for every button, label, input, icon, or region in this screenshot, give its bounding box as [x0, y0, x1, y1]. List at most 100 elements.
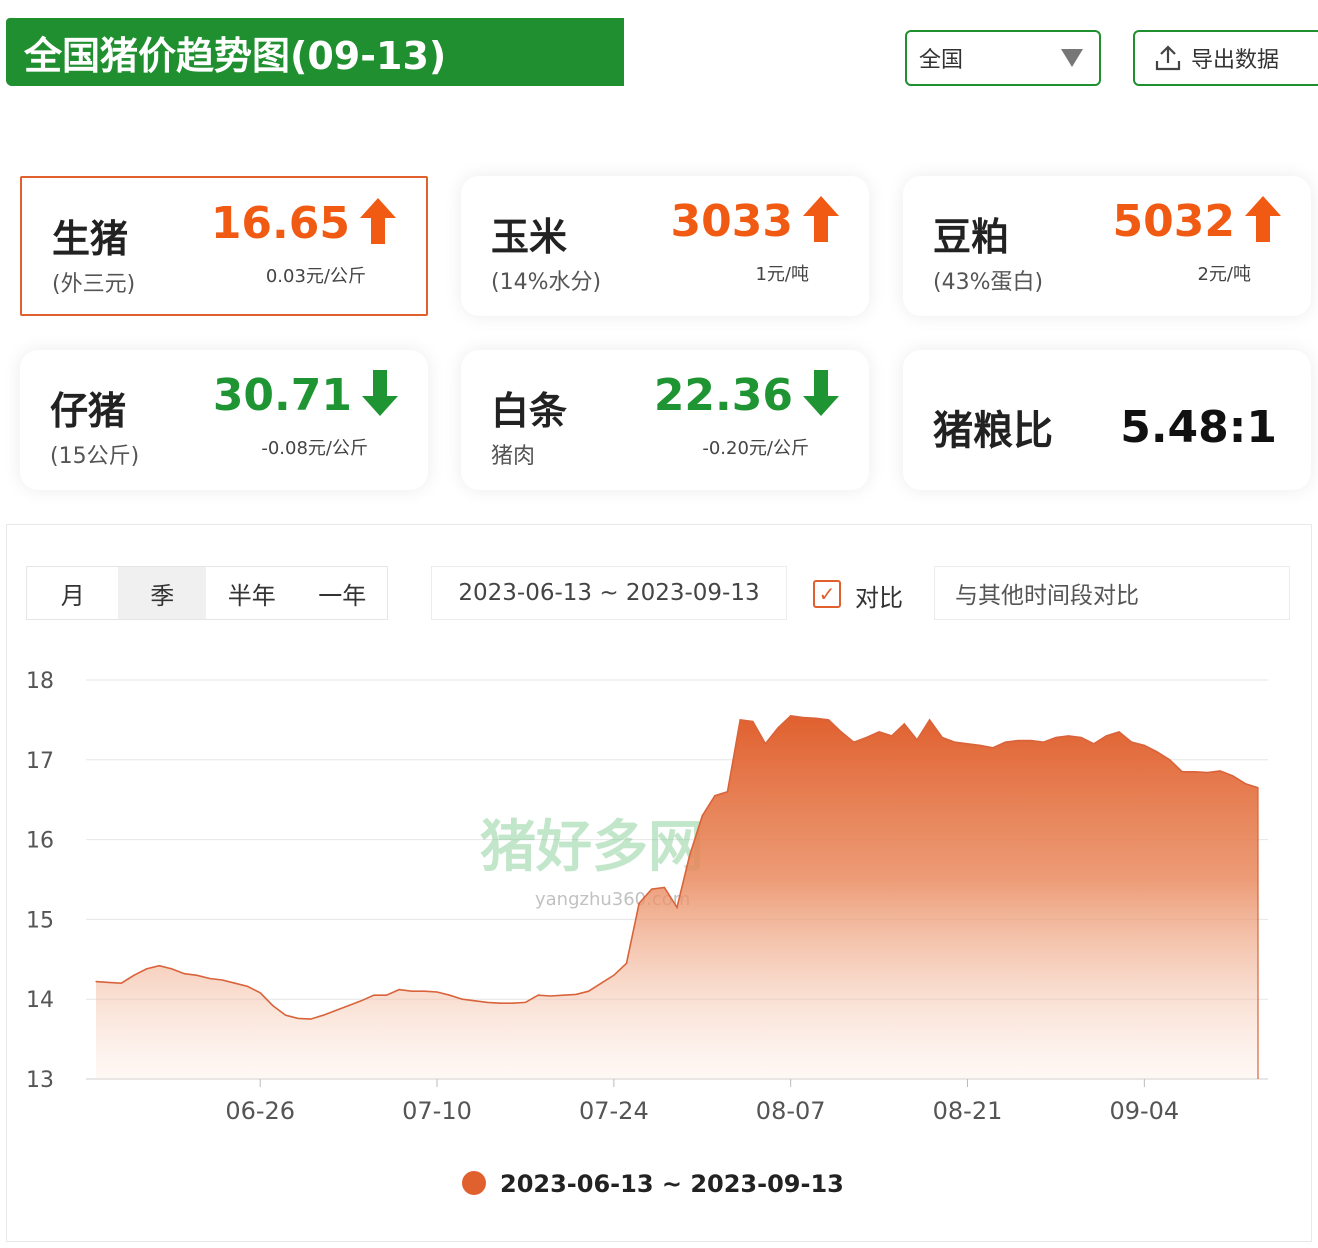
data-point	[764, 743, 767, 745]
data-point	[95, 981, 97, 983]
legend-marker	[462, 1171, 486, 1195]
data-point	[878, 731, 880, 733]
y-axis: 13 14 15 16 17 18	[26, 669, 54, 1093]
watermark-text: 猪好多网	[480, 815, 704, 880]
data-point	[348, 1005, 350, 1007]
data-point	[171, 968, 173, 970]
data-point	[625, 962, 628, 964]
data-point	[663, 886, 666, 889]
data-point	[499, 1002, 501, 1004]
data-point	[1156, 751, 1158, 753]
data-point	[929, 719, 931, 721]
data-point	[436, 991, 438, 993]
y-tick-label: 16	[26, 829, 54, 854]
data-point	[903, 723, 905, 725]
data-point	[322, 1014, 324, 1016]
data-point	[1118, 731, 1120, 733]
data-point	[739, 719, 741, 721]
legend[interactable]: 2023-06-13 ~ 2023-09-13	[462, 1170, 844, 1198]
data-point	[1194, 771, 1196, 773]
x-tick-label: 06-26	[225, 1097, 295, 1125]
data-point	[689, 855, 691, 857]
data-point	[1093, 743, 1095, 745]
data-point	[752, 720, 754, 723]
data-point	[158, 965, 160, 967]
data-point	[1105, 735, 1107, 737]
data-point	[676, 906, 678, 909]
data-point	[1257, 787, 1259, 789]
data-point	[411, 990, 413, 992]
data-point	[1030, 740, 1032, 742]
data-point	[562, 994, 564, 996]
data-point	[183, 973, 185, 975]
data-point	[726, 791, 729, 793]
x-axis: 06-26 07-10 07-24 08-07 08-21 09-04	[225, 1079, 1179, 1125]
data-point	[272, 1005, 274, 1007]
data-point	[259, 992, 261, 994]
data-point	[966, 743, 969, 745]
data-point	[865, 736, 868, 739]
price-trend-chart: 131415161718 猪好多网 yangzhu360.com 06-26 07…	[26, 669, 1268, 1198]
data-point	[777, 727, 779, 729]
data-point	[1017, 740, 1019, 742]
data-point	[221, 979, 223, 981]
legend-label: 2023-06-13 ~ 2023-09-13	[500, 1170, 844, 1198]
data-point	[133, 974, 135, 976]
data-point	[714, 795, 716, 797]
data-point	[992, 747, 994, 749]
data-point	[120, 982, 122, 984]
y-tick-label: 15	[26, 908, 54, 933]
data-point	[588, 990, 590, 992]
data-point	[1004, 741, 1007, 743]
data-point	[790, 715, 792, 717]
y-tick-label: 17	[26, 749, 54, 774]
y-tick-label: 13	[26, 1068, 54, 1093]
data-point	[145, 968, 148, 970]
data-point	[398, 989, 400, 991]
data-point	[209, 977, 211, 980]
data-point	[1143, 744, 1145, 747]
data-point	[802, 716, 804, 719]
data-point	[474, 1000, 476, 1002]
data-point	[512, 1002, 514, 1004]
data-point	[284, 1014, 287, 1016]
data-point	[550, 995, 552, 997]
data-point	[1219, 770, 1221, 772]
data-point	[385, 994, 388, 996]
data-point	[840, 731, 842, 733]
data-point	[1131, 741, 1133, 743]
data-point	[461, 998, 463, 1000]
data-point	[600, 982, 602, 984]
data-point	[1067, 735, 1070, 737]
data-point	[360, 1000, 362, 1002]
x-tick-label: 08-07	[756, 1097, 826, 1125]
data-point	[891, 735, 893, 737]
data-point	[486, 1001, 489, 1004]
data-point	[815, 717, 817, 719]
data-point	[941, 736, 943, 739]
data-point	[1206, 772, 1209, 774]
x-tick-label: 09-04	[1109, 1097, 1179, 1125]
data-point	[423, 990, 425, 992]
data-point	[234, 982, 236, 984]
x-tick-label: 08-21	[933, 1097, 1003, 1125]
data-point	[310, 1018, 312, 1020]
x-tick-label: 07-24	[579, 1097, 649, 1125]
data-point	[449, 994, 451, 996]
data-point	[1055, 736, 1057, 739]
data-point	[651, 888, 653, 890]
data-point	[1232, 775, 1234, 777]
data-point	[537, 994, 539, 996]
data-point	[954, 741, 956, 743]
data-point	[575, 993, 577, 996]
data-point	[1169, 759, 1171, 761]
y-tick-label: 14	[26, 988, 54, 1013]
data-point	[373, 994, 375, 996]
data-point	[638, 902, 640, 905]
data-point	[196, 974, 198, 976]
data-point	[297, 1017, 299, 1020]
data-point	[828, 719, 830, 721]
data-point	[1181, 771, 1183, 773]
data-point	[613, 974, 615, 976]
data-point	[701, 815, 703, 817]
